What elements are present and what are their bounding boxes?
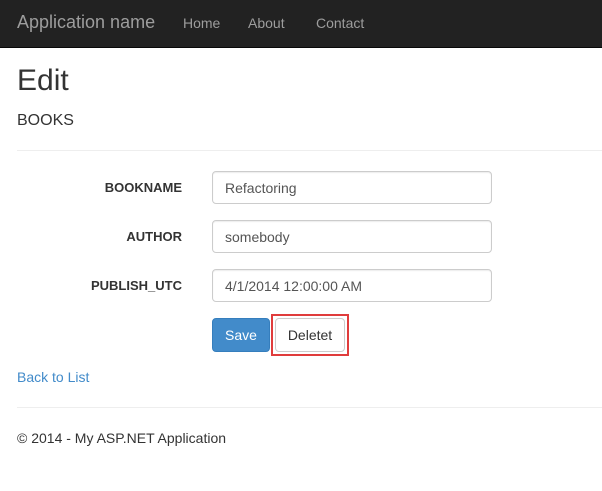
- page-title: Edit: [17, 64, 69, 97]
- navbar: Application name Home About Contact: [0, 0, 602, 48]
- entity-name: BOOKS: [17, 112, 74, 129]
- publish-utc-label: PUBLISH_UTC: [90, 278, 182, 293]
- nav-link-contact[interactable]: Contact: [316, 15, 364, 31]
- author-input[interactable]: [212, 220, 492, 253]
- nav-link-about[interactable]: About: [248, 15, 285, 31]
- save-button[interactable]: Save: [212, 318, 270, 352]
- footer-copyright: © 2014 - My ASP.NET Application: [17, 430, 227, 446]
- publish-utc-input[interactable]: [212, 269, 492, 302]
- nav-link-home[interactable]: Home: [183, 15, 220, 31]
- bookname-input[interactable]: [212, 171, 492, 204]
- brand-link[interactable]: Application name: [17, 12, 155, 33]
- back-to-list-link[interactable]: Back to List: [17, 369, 89, 385]
- bookname-label: BOOKNAME: [104, 180, 182, 195]
- divider-bottom: [17, 407, 602, 408]
- divider-top: [17, 150, 602, 151]
- delete-button[interactable]: Deletet: [275, 318, 345, 352]
- author-label: AUTHOR: [126, 229, 182, 244]
